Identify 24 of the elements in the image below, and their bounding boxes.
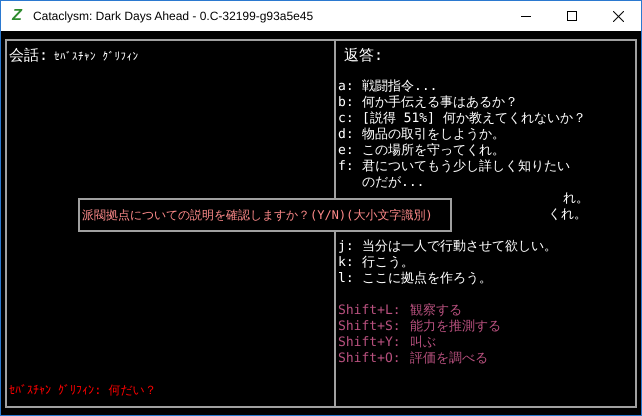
app-logo: Z bbox=[10, 8, 24, 24]
npc-line: ｾﾊﾞｽﾁｬﾝ ｸﾞﾘﾌｨﾝ: 何だい？ bbox=[9, 382, 158, 398]
response-option-fragment: くれ。 bbox=[548, 207, 587, 222]
prompt-text: 派閥拠点についての説明を確認しますか？(Y/N)(大小文字識別) bbox=[82, 207, 433, 224]
response-option[interactable]: j: 当分は一人で行動させて欲しい。 bbox=[338, 239, 633, 255]
response-option[interactable]: a: 戦闘指令... bbox=[338, 79, 633, 95]
response-option[interactable]: f: 君についてもう少し詳しく知りたい のだが... bbox=[338, 159, 633, 191]
response-option[interactable]: d: 物品の取引をしようか。 bbox=[338, 127, 633, 143]
response-option[interactable]: k: 行こう。 bbox=[338, 255, 633, 271]
action-option[interactable]: Shift+L: 観察する bbox=[338, 303, 633, 319]
responses-heading: 返答: bbox=[343, 47, 384, 63]
speaker-name: ｾﾊﾞｽﾁｬﾝ ｸﾞﾘﾌｨﾝ bbox=[54, 49, 139, 65]
response-option[interactable]: l: ここに拠点を作ろう。 bbox=[338, 271, 633, 287]
action-option[interactable]: Shift+Y: 叫ぶ bbox=[338, 335, 633, 351]
action-option[interactable]: Shift+S: 能力を推測する bbox=[338, 319, 633, 335]
close-icon bbox=[612, 10, 624, 22]
conversation-label: 会話: bbox=[9, 47, 48, 63]
maximize-icon bbox=[567, 11, 577, 21]
window-title: Cataclysm: Dark Days Ahead - 0.C-32199-g93a5e45 bbox=[33, 8, 314, 25]
response-option-fragment: れ。 bbox=[563, 191, 589, 206]
response-option[interactable]: b: 何か手伝える事はあるか？ bbox=[338, 95, 633, 111]
response-option[interactable]: e: この場所を守ってくれ。 bbox=[338, 143, 633, 159]
action-option[interactable]: Shift+O: 評価を調べる bbox=[338, 351, 633, 367]
response-option[interactable]: c: [説得 51%] 何か教えてくれないか？ bbox=[338, 111, 633, 127]
